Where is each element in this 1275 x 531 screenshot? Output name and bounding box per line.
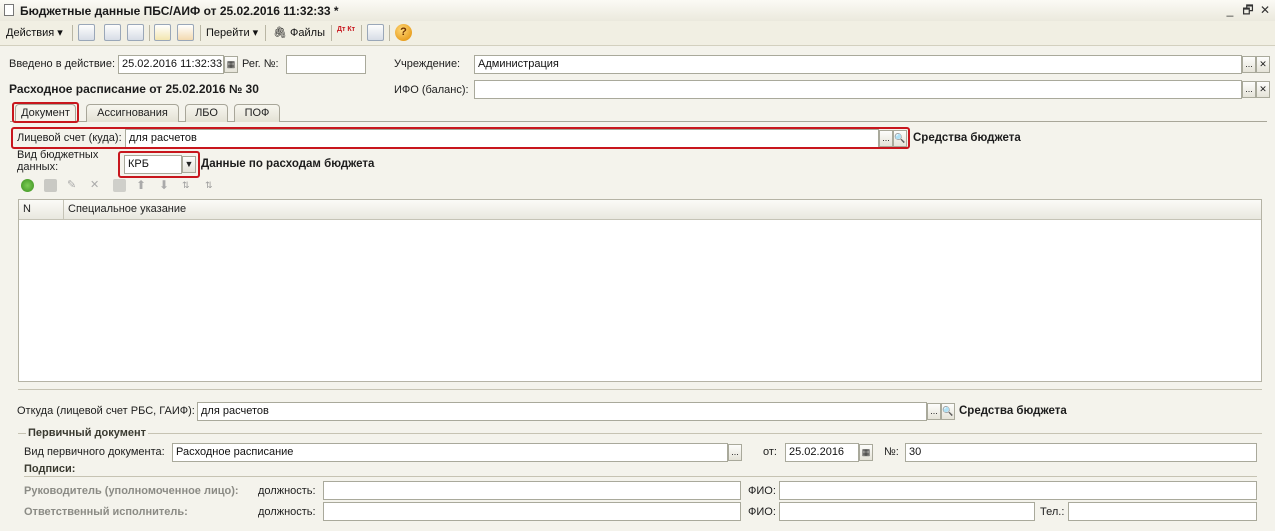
ifo-clear-icon[interactable]: ✕ — [1256, 81, 1270, 98]
head-fio-input[interactable] — [779, 481, 1257, 500]
head-fio-label: ФИО: — [748, 485, 776, 497]
primary-doc-date-label: от: — [763, 446, 777, 458]
from-account-label: Откуда (лицевой счет РБС, ГАИФ): — [17, 405, 195, 417]
files-button[interactable]: 🖇 Файлы — [273, 26, 325, 39]
structure-icon[interactable] — [177, 24, 194, 41]
primary-doc-type-label: Вид первичного документа: — [24, 446, 165, 458]
institution-select-button[interactable]: ... — [1242, 56, 1256, 73]
signatures-title: Подписи: — [24, 463, 76, 475]
toolbar-separator — [265, 25, 266, 41]
tab-pof[interactable]: ПОФ — [234, 104, 280, 122]
tab-document-highlight — [12, 102, 79, 123]
primary-doc-group-line — [18, 433, 1262, 434]
create-based-on-icon[interactable] — [154, 24, 171, 41]
help-icon[interactable]: ? — [395, 24, 412, 41]
sort-ascending-icon[interactable]: ⇅ — [182, 179, 195, 192]
account-to-hint: Средства бюджета — [913, 132, 1021, 144]
toolbar-separator — [361, 25, 362, 41]
special-instructions-table[interactable]: N Специальное указание — [18, 199, 1262, 382]
divider — [18, 389, 1262, 390]
ifo-select-button[interactable]: ... — [1242, 81, 1256, 98]
copy-icon[interactable] — [44, 179, 57, 192]
toolbar: Действия ▾ Перейти ▾ 🖇 Файлы Дт Кт ? — [0, 21, 1275, 46]
add-icon[interactable] — [21, 179, 34, 192]
primary-doc-num-input[interactable]: 30 — [905, 443, 1257, 462]
window-title: Бюджетные данные ПБС/АИФ от 25.02.2016 1… — [20, 4, 339, 18]
dropdown-arrow-icon: ▾ — [57, 27, 63, 39]
effective-date-input[interactable]: 25.02.2016 11:32:33 — [118, 55, 224, 74]
minimize-button[interactable]: _ — [1222, 3, 1238, 17]
toolbar-separator — [389, 25, 390, 41]
regnum-label: Рег. №: — [242, 58, 279, 70]
calendar-icon[interactable]: ▦ — [224, 56, 238, 73]
post-icon[interactable] — [104, 24, 121, 41]
toolbar-separator — [200, 25, 201, 41]
executor-position-label: должность: — [258, 506, 316, 518]
column-header-special-instruction[interactable]: Специальное указание — [64, 200, 1261, 220]
regnum-input[interactable] — [286, 55, 366, 74]
primary-doc-date-input[interactable]: 25.02.2016 — [785, 443, 859, 462]
head-position-label: должность: — [258, 485, 316, 497]
toolbar-separator — [331, 25, 332, 41]
column-header-n[interactable]: N — [19, 200, 64, 220]
edit-icon[interactable]: ✎ — [67, 179, 80, 192]
head-label: Руководитель (уполномоченное лицо): — [24, 485, 239, 497]
executor-phone-input[interactable] — [1068, 502, 1257, 521]
effective-date-label: Введено в действие: — [9, 58, 115, 70]
delete-icon[interactable]: ✕ — [90, 179, 103, 192]
close-button[interactable]: ✕ — [1257, 3, 1273, 17]
from-account-select-button[interactable]: ... — [927, 403, 941, 420]
from-account-input[interactable]: для расчетов — [197, 402, 927, 421]
budget-type-hint: Данные по расходам бюджета — [201, 158, 375, 170]
restore-button[interactable]: 🗗 — [1240, 3, 1256, 17]
institution-label: Учреждение: — [394, 58, 461, 70]
from-account-hint: Средства бюджета — [959, 405, 1067, 417]
dropdown-arrow-icon: ▾ — [252, 27, 259, 39]
actions-menu[interactable]: Действия ▾ — [6, 26, 63, 39]
account-to-highlight — [11, 127, 910, 149]
budget-type-highlight — [118, 151, 200, 178]
toolbar-separator — [149, 25, 150, 41]
save-icon[interactable] — [113, 179, 126, 192]
executor-fio-input[interactable] — [779, 502, 1035, 521]
document-title: Расходное расписание от 25.02.2016 № 30 — [9, 82, 259, 96]
document-icon — [4, 4, 14, 16]
tab-allocations[interactable]: Ассигнования — [86, 104, 179, 122]
executor-phone-label: Тел.: — [1040, 506, 1065, 518]
executor-label: Ответственный исполнитель: — [24, 506, 188, 518]
ifo-input[interactable] — [474, 80, 1242, 99]
goto-menu[interactable]: Перейти ▾ — [206, 26, 258, 39]
primary-doc-num-label: №: — [884, 446, 899, 458]
primary-doc-type-input[interactable]: Расходное расписание — [172, 443, 728, 462]
report-icon[interactable] — [367, 24, 384, 41]
executor-fio-label: ФИО: — [748, 506, 776, 518]
signatures-divider — [24, 476, 1257, 477]
budget-type-label: Вид бюджетных данных: — [17, 149, 99, 173]
toolbar-separator — [72, 25, 73, 41]
head-position-input[interactable] — [323, 481, 741, 500]
paperclip-icon: 🖇 — [273, 27, 287, 39]
move-up-icon[interactable]: ⬆ — [136, 179, 149, 192]
institution-clear-icon[interactable]: ✕ — [1256, 56, 1270, 73]
title-bar: Бюджетные данные ПБС/АИФ от 25.02.2016 1… — [0, 0, 1275, 22]
sort-descending-icon[interactable]: ⇅ — [205, 179, 218, 192]
executor-position-input[interactable] — [323, 502, 741, 521]
refresh-icon[interactable] — [127, 24, 144, 41]
calendar-icon[interactable]: ▦ — [859, 444, 873, 461]
post-and-close-icon[interactable] — [78, 24, 95, 41]
institution-input[interactable]: Администрация — [474, 55, 1242, 74]
primary-doc-group-title: Первичный документ — [26, 427, 148, 439]
tab-lbo[interactable]: ЛБО — [185, 104, 228, 122]
move-down-icon[interactable]: ⬇ — [159, 179, 172, 192]
primary-doc-type-select-button[interactable]: ... — [728, 444, 742, 461]
ifo-label: ИФО (баланс): — [394, 84, 469, 96]
dtkt-icon[interactable]: Дт Кт — [337, 26, 357, 41]
from-account-search-icon[interactable]: 🔍 — [941, 403, 955, 420]
